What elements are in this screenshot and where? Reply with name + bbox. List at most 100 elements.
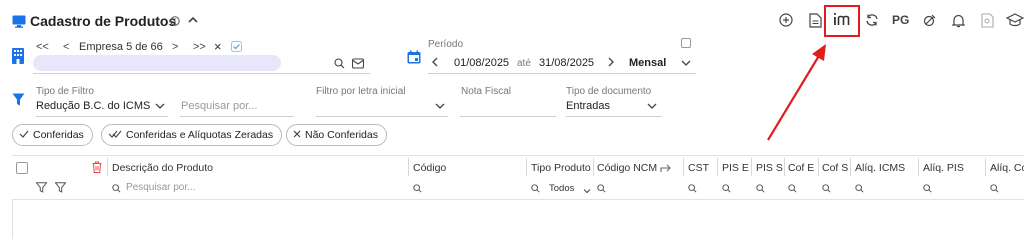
empresa-check-icon[interactable] (231, 41, 242, 55)
periodo-label: Período (428, 39, 464, 50)
col-codigo[interactable]: Código (413, 162, 446, 174)
chip-conferidas-aliquotas-zeradas[interactable]: Conferidas e Alíquotas Zeradas (101, 124, 283, 146)
building-icon (12, 48, 24, 67)
chip-conferidas[interactable]: Conferidas (12, 124, 93, 146)
col-descricao[interactable]: Descrição do Produto (112, 162, 213, 174)
filter-funnel-outline-icon[interactable] (35, 182, 48, 196)
search-icon[interactable] (855, 184, 864, 196)
bell-icon[interactable] (950, 12, 966, 28)
periodo-sep: até (517, 58, 531, 69)
col-sep (526, 158, 527, 176)
nota-fiscal-input[interactable] (460, 116, 556, 117)
col-aliq-icms[interactable]: Alíq. ICMS (855, 162, 905, 174)
calendar-icon (407, 50, 421, 67)
trash-icon[interactable] (92, 161, 102, 176)
empresa-clear-button[interactable]: × (214, 39, 222, 54)
periodo-end[interactable]: 31/08/2025 (539, 57, 594, 69)
search-icon[interactable] (756, 184, 765, 196)
col-pis-e[interactable]: PIS E (722, 162, 749, 174)
letra-chevron-down-icon[interactable] (435, 101, 445, 113)
check-icon (19, 129, 29, 141)
letra-underline[interactable] (316, 116, 448, 117)
col-sep (784, 158, 785, 176)
col-cof-e[interactable]: Cof E (788, 162, 814, 174)
col-codigo-ncm[interactable]: Código NCM (597, 162, 657, 174)
table-body (12, 200, 13, 239)
filter-funnel-icon (12, 93, 25, 109)
periodo-start[interactable]: 01/08/2025 (454, 57, 509, 69)
letra-label: Filtro por letra inicial (316, 86, 406, 97)
tipo-doc-chevron-down-icon[interactable] (647, 101, 657, 113)
col-cst[interactable]: CST (688, 162, 709, 174)
info-icon[interactable] (170, 16, 180, 29)
col-aliq-pis[interactable]: Alíq. PIS (923, 162, 964, 174)
collapse-chevron-up-icon[interactable] (187, 14, 199, 29)
search-icon[interactable] (413, 184, 422, 196)
col-sep (593, 158, 594, 176)
col-sep (918, 158, 919, 176)
tipo-produto-filter-select[interactable]: Todos (549, 183, 574, 194)
empresa-next-button[interactable]: > (172, 41, 178, 53)
empresa-last-button[interactable]: >> (193, 41, 206, 53)
col-sep (683, 158, 684, 176)
empresa-first-button[interactable]: << (36, 41, 49, 53)
search-icon[interactable] (688, 184, 697, 196)
tipo-doc-label: Tipo de documento (566, 86, 652, 97)
periodo-next-chevron-icon[interactable] (607, 57, 615, 70)
select-all-checkbox[interactable] (16, 162, 28, 174)
filter-funnel-outline-icon[interactable] (54, 182, 67, 196)
periodo-checkbox[interactable] (681, 38, 691, 48)
tipo-filtro-underline (36, 116, 168, 117)
empresa-prev-button[interactable]: < (63, 41, 69, 53)
add-circle-icon[interactable] (778, 12, 794, 28)
tipo-doc-select[interactable]: Entradas (566, 100, 610, 112)
tipo-produto-chevron-down-icon[interactable] (583, 185, 591, 197)
nota-fiscal-label: Nota Fiscal (461, 86, 512, 97)
graduation-cap-icon[interactable] (1006, 12, 1024, 28)
annotation-arrow-icon (767, 44, 826, 141)
col-sep (850, 158, 851, 176)
satellite-icon[interactable] (921, 12, 937, 28)
periodo-mode-select[interactable]: Mensal (629, 57, 666, 69)
search-icon[interactable] (334, 58, 345, 72)
search-icon[interactable] (822, 184, 831, 196)
empresa-select-field[interactable] (33, 55, 281, 71)
tipo-doc-underline (566, 116, 662, 117)
chip-nao-conferidas[interactable]: Não Conferidas (286, 124, 387, 146)
search-icon[interactable] (112, 184, 121, 196)
col-sep (751, 158, 752, 176)
periodo-underline (428, 73, 696, 74)
search-icon[interactable] (597, 184, 606, 196)
search-icon[interactable] (923, 184, 932, 196)
search-icon[interactable] (788, 184, 797, 196)
search-icon[interactable] (722, 184, 731, 196)
report-icon[interactable] (979, 12, 995, 28)
col-sep (107, 158, 108, 176)
chip-label: Conferidas e Alíquotas Zeradas (126, 129, 274, 141)
tipo-filtro-label: Tipo de Filtro (36, 86, 94, 97)
periodo-mode-chevron-down-icon[interactable] (681, 58, 691, 70)
col-pis-s[interactable]: PIS S (756, 162, 783, 174)
tipo-filtro-select[interactable]: Redução B.C. do ICMS (36, 100, 150, 112)
search-icon[interactable] (990, 184, 999, 196)
chip-label: Não Conferidas (305, 129, 378, 141)
page-title: Cadastro de Produtos (30, 13, 177, 29)
periodo-prev-chevron-icon[interactable] (431, 57, 439, 70)
empresa-underline (33, 73, 370, 74)
pg-button[interactable]: PG (892, 13, 909, 27)
col-aliq-cofins[interactable]: Alíq. Co (990, 162, 1024, 174)
mail-icon[interactable] (351, 58, 365, 72)
refresh-icon[interactable] (864, 12, 880, 28)
document-icon[interactable] (807, 12, 823, 28)
col-cof-s[interactable]: Cof S (822, 162, 848, 174)
redirect-arrow-icon[interactable] (660, 163, 672, 176)
monitor-icon (12, 15, 26, 31)
col-sep (717, 158, 718, 176)
pesquisar-input[interactable]: Pesquisar por... (181, 100, 257, 112)
col-tipo-produto[interactable]: Tipo Produto (531, 162, 591, 174)
tipo-filtro-chevron-down-icon[interactable] (155, 101, 165, 113)
search-icon[interactable] (531, 184, 540, 196)
double-check-icon (108, 129, 122, 141)
descricao-search-input[interactable]: Pesquisar por... (126, 182, 195, 193)
im-integration-icon[interactable] (832, 11, 852, 29)
